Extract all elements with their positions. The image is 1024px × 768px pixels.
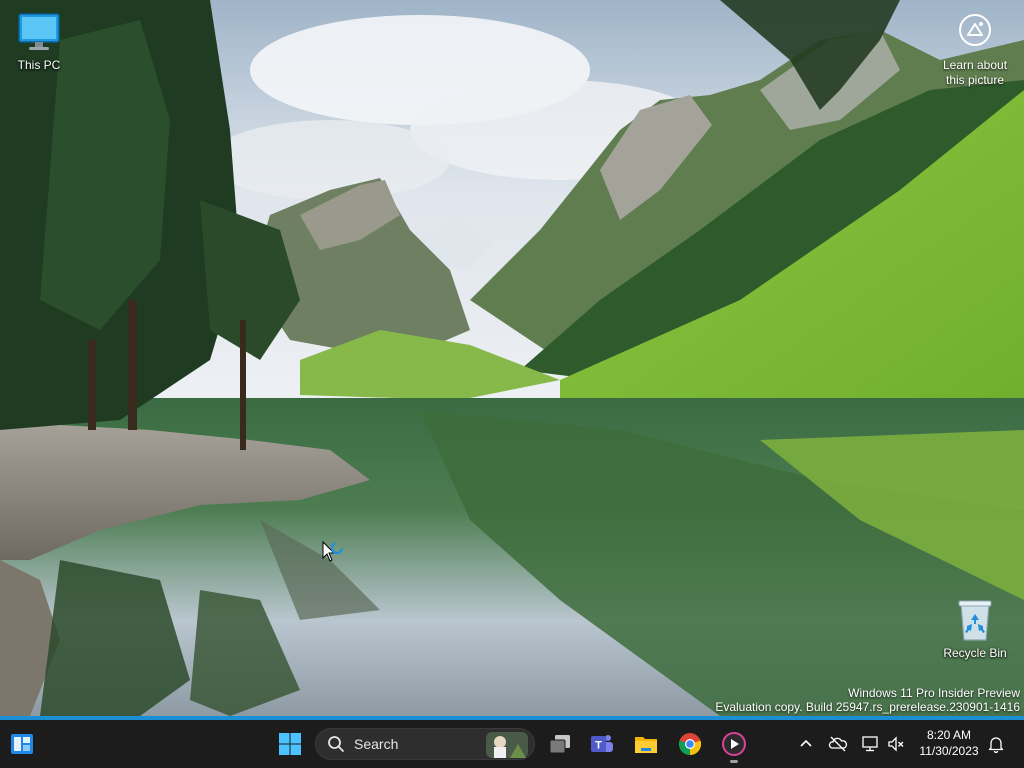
- task-view-icon: [549, 735, 570, 754]
- build-watermark: Windows 11 Pro Insider Preview Evaluatio…: [715, 686, 1020, 714]
- tray-clock[interactable]: 8:20 AM 11/30/2023: [912, 727, 986, 759]
- busy-cursor-icon: [322, 541, 344, 562]
- start-button[interactable]: [270, 724, 310, 764]
- spotlight-learn-about[interactable]: Learn about this picture: [934, 12, 1016, 88]
- tray-show-hidden-icons[interactable]: [794, 732, 818, 756]
- taskbar-file-explorer[interactable]: [626, 724, 666, 764]
- media-player-icon: [722, 732, 746, 756]
- widgets-button[interactable]: [2, 724, 42, 764]
- widgets-icon: [11, 734, 33, 754]
- clock-time: 8:20 AM: [926, 728, 972, 742]
- spotlight-label-line2: this picture: [945, 73, 1005, 87]
- svg-text:T: T: [595, 740, 602, 752]
- recycle-bin-icon: [958, 600, 992, 641]
- desktop-wallpaper: [0, 0, 1024, 716]
- monitor-icon: [18, 13, 60, 50]
- desktop-icon-this-pc[interactable]: This PC: [1, 8, 77, 72]
- tray-network[interactable]: [858, 732, 882, 756]
- file-explorer-icon: [635, 737, 657, 753]
- taskbar-media-player[interactable]: [714, 724, 754, 764]
- tray-notifications[interactable]: [984, 732, 1008, 756]
- taskbar-search-box[interactable]: Search: [315, 728, 535, 760]
- watermark-line1: Windows 11 Pro Insider Preview: [848, 686, 1020, 700]
- camera-info-icon: [959, 14, 991, 46]
- desktop-icon-label: Recycle Bin: [943, 646, 1007, 660]
- search-label: Search: [354, 736, 399, 752]
- desktop-icon-label: This PC: [17, 58, 61, 72]
- watermark-line2: Evaluation copy. Build 25947.rs_prerelea…: [715, 700, 1020, 714]
- running-indicator: [730, 760, 738, 763]
- taskbar: Search T 8:20 AM 11/30/2023: [0, 720, 1024, 768]
- taskbar-teams[interactable]: T: [582, 724, 622, 764]
- chevron-up-icon: [800, 739, 812, 747]
- search-icon: [328, 736, 344, 752]
- spotlight-label-line1: Learn about: [942, 58, 1008, 72]
- search-highlight-icon: [486, 732, 528, 758]
- desktop-icon-recycle-bin[interactable]: Recycle Bin: [937, 596, 1013, 660]
- onedrive-offline-icon: [828, 736, 848, 752]
- taskbar-chrome[interactable]: [670, 724, 710, 764]
- chrome-icon: [678, 733, 702, 756]
- windows-start-icon: [279, 733, 301, 755]
- tray-onedrive[interactable]: [826, 732, 850, 756]
- tray-volume[interactable]: [884, 732, 908, 756]
- bell-icon: [988, 737, 1004, 753]
- volume-muted-icon: [888, 736, 904, 752]
- network-icon: [862, 736, 878, 752]
- teams-icon: T: [591, 735, 613, 752]
- clock-date: 11/30/2023: [919, 744, 979, 758]
- taskbar-task-view[interactable]: [540, 724, 580, 764]
